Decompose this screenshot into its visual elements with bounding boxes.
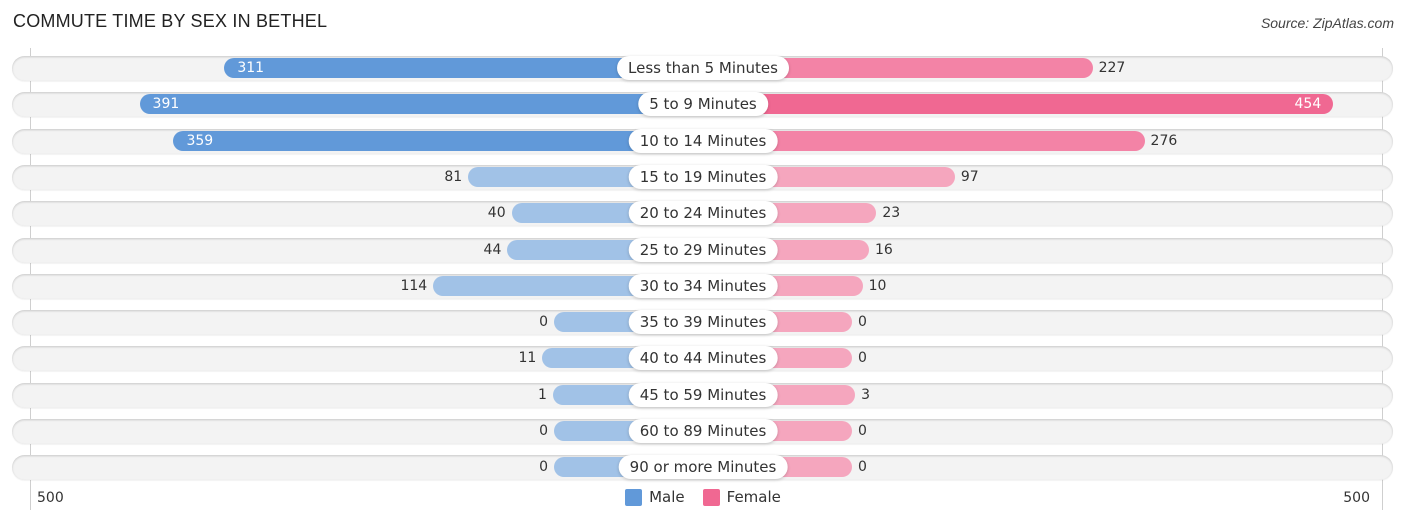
value-label-female: 23 [882,205,901,221]
value-label-female: 0 [858,423,867,439]
value-label-male: 359 [186,133,214,149]
value-label-female: 10 [868,278,887,294]
category-label: Less than 5 Minutes [617,56,789,80]
legend: Male Female [0,488,1406,506]
legend-swatch-female [702,488,720,506]
category-label: 35 to 39 Minutes [628,310,778,334]
legend-swatch-male [625,488,643,506]
value-label-male: 40 [487,205,506,221]
value-label-male: 81 [444,169,463,185]
value-label-female: 454 [1294,96,1322,112]
category-label: 20 to 24 Minutes [628,201,778,225]
value-label-male: 311 [237,60,265,76]
value-label-female: 97 [960,169,979,185]
legend-label-female: Female [726,488,781,506]
category-label: 30 to 34 Minutes [628,274,778,298]
category-label: 90 or more Minutes [618,455,788,479]
legend-item-male[interactable]: Male [625,488,685,506]
category-label: 10 to 14 Minutes [628,129,778,153]
legend-label-male: Male [649,488,685,506]
value-label-female: 227 [1098,60,1126,76]
bar-male[interactable] [139,94,703,114]
value-label-female: 3 [861,387,871,403]
value-label-male: 0 [539,423,548,439]
bar-female[interactable] [703,94,1334,114]
legend-item-female[interactable]: Female [702,488,781,506]
value-label-male: 11 [518,350,537,366]
bar-male[interactable] [173,131,703,151]
value-label-male: 44 [483,242,502,258]
category-label: 40 to 44 Minutes [628,346,778,370]
category-label: 60 to 89 Minutes [628,419,778,443]
category-label: 45 to 59 Minutes [628,383,778,407]
value-label-male: 0 [539,314,548,330]
value-label-male: 0 [539,459,548,475]
value-label-female: 276 [1150,133,1178,149]
category-label: 5 to 9 Minutes [638,92,768,116]
value-label-male: 114 [400,278,428,294]
chart-title: COMMUTE TIME BY SEX IN BETHEL [13,11,328,31]
value-label-female: 0 [858,459,867,475]
category-label: 25 to 29 Minutes [628,238,778,262]
source-label: Source: ZipAtlas.com [1260,15,1394,31]
value-label-female: 16 [874,242,893,258]
value-label-female: 0 [858,314,867,330]
category-label: 15 to 19 Minutes [628,165,778,189]
value-label-female: 0 [858,350,867,366]
value-label-male: 1 [538,387,547,403]
value-label-male: 391 [152,96,180,112]
